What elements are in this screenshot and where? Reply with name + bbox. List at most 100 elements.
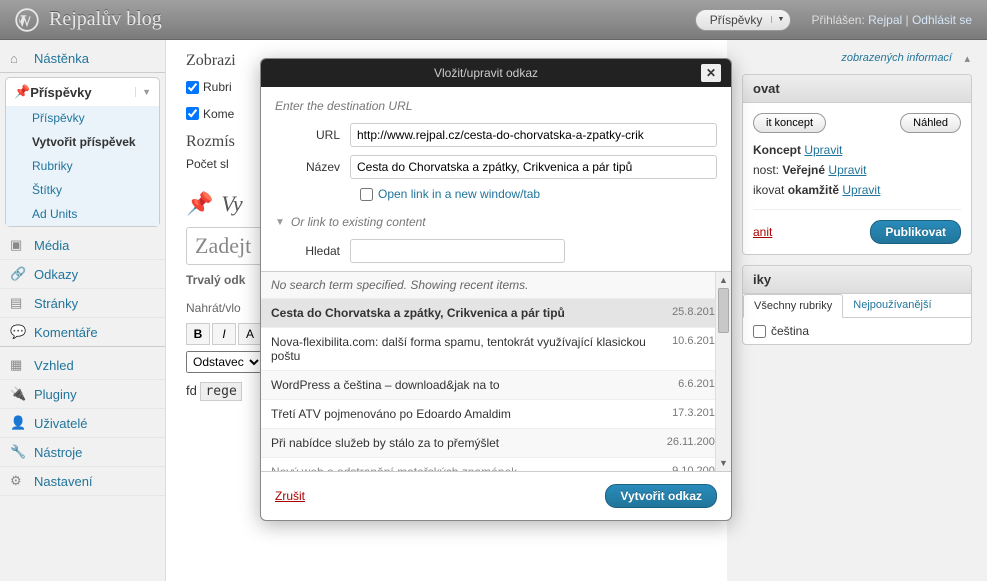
subnav-categories[interactable]: Rubriky [6,154,159,178]
regex-token: rege [200,382,241,401]
tools-icon: 🔧 [10,444,28,460]
result-item[interactable]: Nový web o odstranění mateřských znaméne… [261,457,731,471]
scroll-down-icon[interactable]: ▼ [716,455,731,471]
result-title: Nový web o odstranění mateřských znaméne… [271,465,672,471]
edit-status-link[interactable]: Upravit [804,143,842,157]
result-date: 25.8.2010 [672,306,721,320]
tab-all-categories[interactable]: Všechny rubriky [743,294,843,318]
modal-titlebar[interactable]: Vložit/upravit odkaz ✕ [261,59,731,87]
nav-pages[interactable]: ▤Stránky [0,289,165,318]
result-item[interactable]: Třetí ATV pojmenováno po Edoardo Amaldim… [261,399,731,428]
result-title: Při nabídce služeb by stálo za to přemýš… [271,436,667,450]
nav-links[interactable]: 🔗Odkazy [0,260,165,289]
login-prefix: Přihlášen: [811,13,868,27]
result-title: Nova-flexibilita.com: další forma spamu,… [271,335,672,363]
move-to-trash-link[interactable]: anit [753,225,772,239]
cb-categories[interactable]: Rubri [186,80,232,94]
search-label: Hledat [275,244,350,258]
schedule-line: ikovat okamžitě Upravit [753,183,961,197]
publish-panel: ovat it koncept Náhled Koncept Upravit n… [742,74,972,255]
result-item[interactable]: Nova-flexibilita.com: další forma spamu,… [261,327,731,370]
nav-posts-section: 📌Příspěvky▼ Příspěvky Vytvořit příspěvek… [5,77,160,227]
username-link[interactable]: Rejpal [868,13,902,27]
result-title: Třetí ATV pojmenováno po Edoardo Amaldim [271,407,672,421]
tab-most-used[interactable]: Nejpoužívanější [843,294,941,317]
pushpin-icon: 📌 [186,191,213,217]
screen-options-toggle[interactable]: zobrazených informací [742,52,972,64]
nav-dashboard[interactable]: ⌂Nástěnka [0,45,165,73]
link-icon: 🔗 [10,266,28,282]
wordpress-logo-icon [15,8,39,32]
media-icon: ▣ [10,237,28,253]
nav-users[interactable]: 👤Uživatelé [0,409,165,438]
cancel-link[interactable]: Zrušit [275,489,305,503]
right-column: zobrazených informací ovat it koncept Ná… [727,40,987,581]
visibility-line: nost: Veřejné Upravit [753,163,961,177]
scrollbar[interactable]: ▲ ▼ [715,272,731,471]
strike-button[interactable]: A [238,323,262,345]
nav-plugins[interactable]: 🔌Pluginy [0,380,165,409]
name-input[interactable] [350,155,717,179]
nav-posts-head[interactable]: 📌Příspěvky▼ [6,78,159,106]
triangle-down-icon: ▼ [275,217,285,228]
edit-schedule-link[interactable]: Upravit [842,183,880,197]
nav-comments[interactable]: 💬Komentáře [0,318,165,347]
search-input[interactable] [350,239,565,263]
result-date: 26.11.2009 [667,436,721,450]
existing-content-toggle[interactable]: ▼ Or link to existing content [275,215,717,229]
edit-visibility-link[interactable]: Upravit [828,163,866,177]
link-results-list: No search term specified. Showing recent… [261,271,731,472]
newtab-checkbox[interactable] [360,188,373,201]
users-icon: 👤 [10,415,28,431]
new-post-dropdown[interactable]: Příspěvky [695,9,792,31]
newtab-label[interactable]: Open link in a new window/tab [378,187,540,201]
categories-panel-head[interactable]: iky [743,266,971,294]
result-item[interactable]: WordPress a čeština – download&jak na to… [261,370,731,399]
scroll-up-icon[interactable]: ▲ [716,272,731,288]
scrollbar-thumb[interactable] [718,288,729,333]
plugin-icon: 🔌 [10,386,28,402]
modal-title-text: Vložit/upravit odkaz [271,66,701,80]
settings-icon: ⚙ [10,473,28,489]
paragraph-format-select[interactable]: Odstavec [186,351,263,373]
admin-sidebar: ⌂Nástěnka 📌Příspěvky▼ Příspěvky Vytvořit… [0,40,165,581]
result-title: WordPress a čeština – download&jak na to [271,378,678,392]
category-item[interactable]: čeština [743,318,971,344]
close-icon[interactable]: ✕ [701,64,721,82]
nav-appearance[interactable]: ▦Vzhled [0,351,165,380]
result-item[interactable]: Při nabídce služeb by stálo za to přemýš… [261,428,731,457]
preview-button[interactable]: Náhled [900,113,961,133]
home-icon: ⌂ [10,51,28,66]
result-item[interactable]: Cesta do Chorvatska a zpátky, Crikvenica… [261,298,731,327]
modal-hint: Enter the destination URL [275,99,717,113]
logout-link[interactable]: Odhlásit se [912,13,972,27]
result-date: 10.6.2010 [672,335,721,363]
insert-link-modal: Vložit/upravit odkaz ✕ Enter the destina… [260,58,732,521]
save-draft-button[interactable]: it koncept [753,113,826,133]
comment-icon: 💬 [10,324,28,340]
publish-button[interactable]: Publikovat [870,220,961,244]
no-term-message: No search term specified. Showing recent… [261,272,731,298]
user-info: Přihlášen: Rejpal | Odhlásit se [811,13,972,27]
blog-title[interactable]: Rejpalův blog [49,8,695,31]
url-input[interactable] [350,123,717,147]
nav-media[interactable]: ▣Média [0,231,165,260]
result-date: 17.3.2010 [672,407,721,421]
publish-panel-head[interactable]: ovat [743,75,971,103]
nav-settings[interactable]: ⚙Nastavení [0,467,165,496]
url-label: URL [275,128,350,142]
nav-tools[interactable]: 🔧Nástroje [0,438,165,467]
pin-icon: 📌 [14,84,30,100]
subnav-posts[interactable]: Příspěvky [6,106,159,130]
create-link-button[interactable]: Vytvořit odkaz [605,484,717,508]
italic-button[interactable]: I [212,323,236,345]
subnav-new-post[interactable]: Vytvořit příspěvek [6,130,159,154]
subnav-ad-units[interactable]: Ad Units [6,202,159,226]
name-label: Název [275,160,350,174]
status-line: Koncept Upravit [753,143,961,157]
bold-button[interactable]: B [186,323,210,345]
cb-comments[interactable]: Kome [186,107,234,121]
subnav-tags[interactable]: Štítky [6,178,159,202]
page-icon: ▤ [10,295,28,311]
chevron-down-icon[interactable]: ▼ [135,87,151,97]
